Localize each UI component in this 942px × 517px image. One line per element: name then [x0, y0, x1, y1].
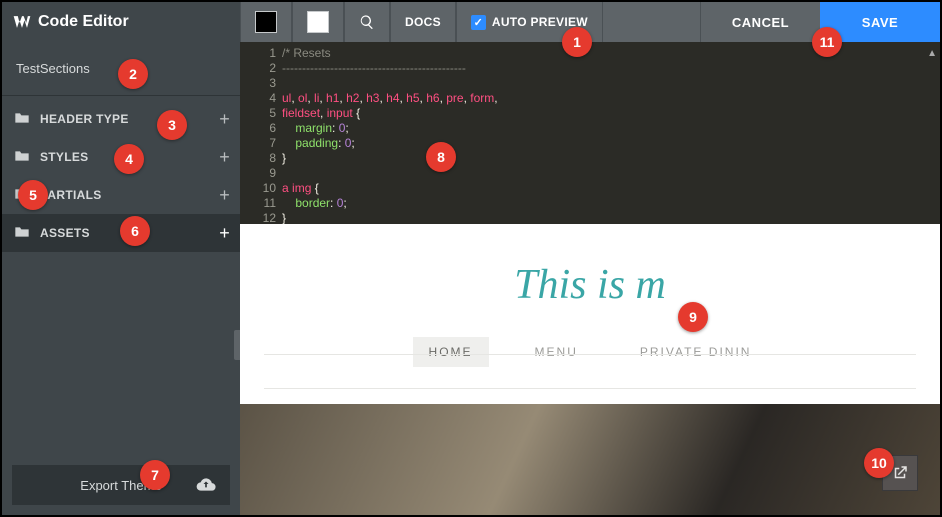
top-toolbar: Code Editor DOCS AUTO PREVIEW CANCEL SAV… — [2, 2, 940, 42]
folder-label: HEADER TYPE — [40, 112, 129, 126]
brand-box: Code Editor — [2, 2, 240, 42]
app-title: Code Editor — [38, 13, 129, 31]
docs-button[interactable]: DOCS — [390, 2, 456, 42]
add-icon[interactable]: + — [219, 109, 230, 130]
weebly-logo-icon — [12, 12, 32, 32]
add-icon[interactable]: + — [219, 185, 230, 206]
annotation-badge: 1 — [562, 27, 592, 57]
annotation-badge: 3 — [157, 110, 187, 140]
sidebar: TestSections HEADER TYPE+STYLES+PARTIALS… — [2, 42, 240, 515]
preview-nav-item[interactable]: MENU — [519, 337, 594, 367]
folder-label: PARTIALS — [40, 188, 102, 202]
cancel-button[interactable]: CANCEL — [700, 2, 820, 42]
checkbox-checked-icon — [471, 15, 486, 30]
preview-nav-item[interactable]: HOME — [413, 337, 489, 367]
preview-nav-item[interactable]: PRIVATE DININ — [624, 337, 768, 367]
line-number-gutter: 12345678910111213 — [240, 42, 282, 224]
toolbar-tools: DOCS AUTO PREVIEW — [240, 2, 603, 42]
site-title: This is m — [514, 261, 666, 309]
folder-label: STYLES — [40, 150, 88, 164]
annotation-badge: 7 — [140, 460, 170, 490]
preview-nav: HOME MENU PRIVATE DININ — [413, 337, 768, 367]
add-icon[interactable]: + — [219, 223, 230, 244]
code-content[interactable]: /* Resets-------------------------------… — [282, 42, 928, 224]
preview-pane: This is m HOME MENU PRIVATE DININ — [240, 224, 940, 515]
annotation-badge: 6 — [120, 216, 150, 246]
preview-hero-image — [240, 404, 940, 515]
theme-dark-swatch[interactable] — [240, 2, 292, 42]
sidebar-folder[interactable]: HEADER TYPE + — [2, 100, 240, 138]
search-button[interactable] — [344, 2, 390, 42]
annotation-badge: 8 — [426, 142, 456, 172]
folder-icon — [14, 112, 30, 127]
folder-label: ASSETS — [40, 226, 90, 240]
preview-header-area: This is m HOME MENU PRIVATE DININ — [240, 224, 940, 404]
theme-light-swatch[interactable] — [292, 2, 344, 42]
annotation-badge: 5 — [18, 180, 48, 210]
code-editor[interactable]: ▲ 12345678910111213 /* Resets-----------… — [240, 42, 940, 224]
add-icon[interactable]: + — [219, 147, 230, 168]
folder-icon — [14, 226, 30, 241]
external-link-icon — [891, 464, 909, 482]
cloud-upload-icon — [196, 477, 216, 494]
annotation-badge: 2 — [118, 59, 148, 89]
annotation-badge: 4 — [114, 144, 144, 174]
scroll-up-arrow-icon[interactable]: ▲ — [927, 46, 937, 61]
annotation-badge: 10 — [864, 448, 894, 478]
annotation-badge: 11 — [812, 27, 842, 57]
annotation-badge: 9 — [678, 302, 708, 332]
export-theme-button[interactable]: Export Theme — [12, 465, 230, 505]
folder-icon — [14, 150, 30, 165]
